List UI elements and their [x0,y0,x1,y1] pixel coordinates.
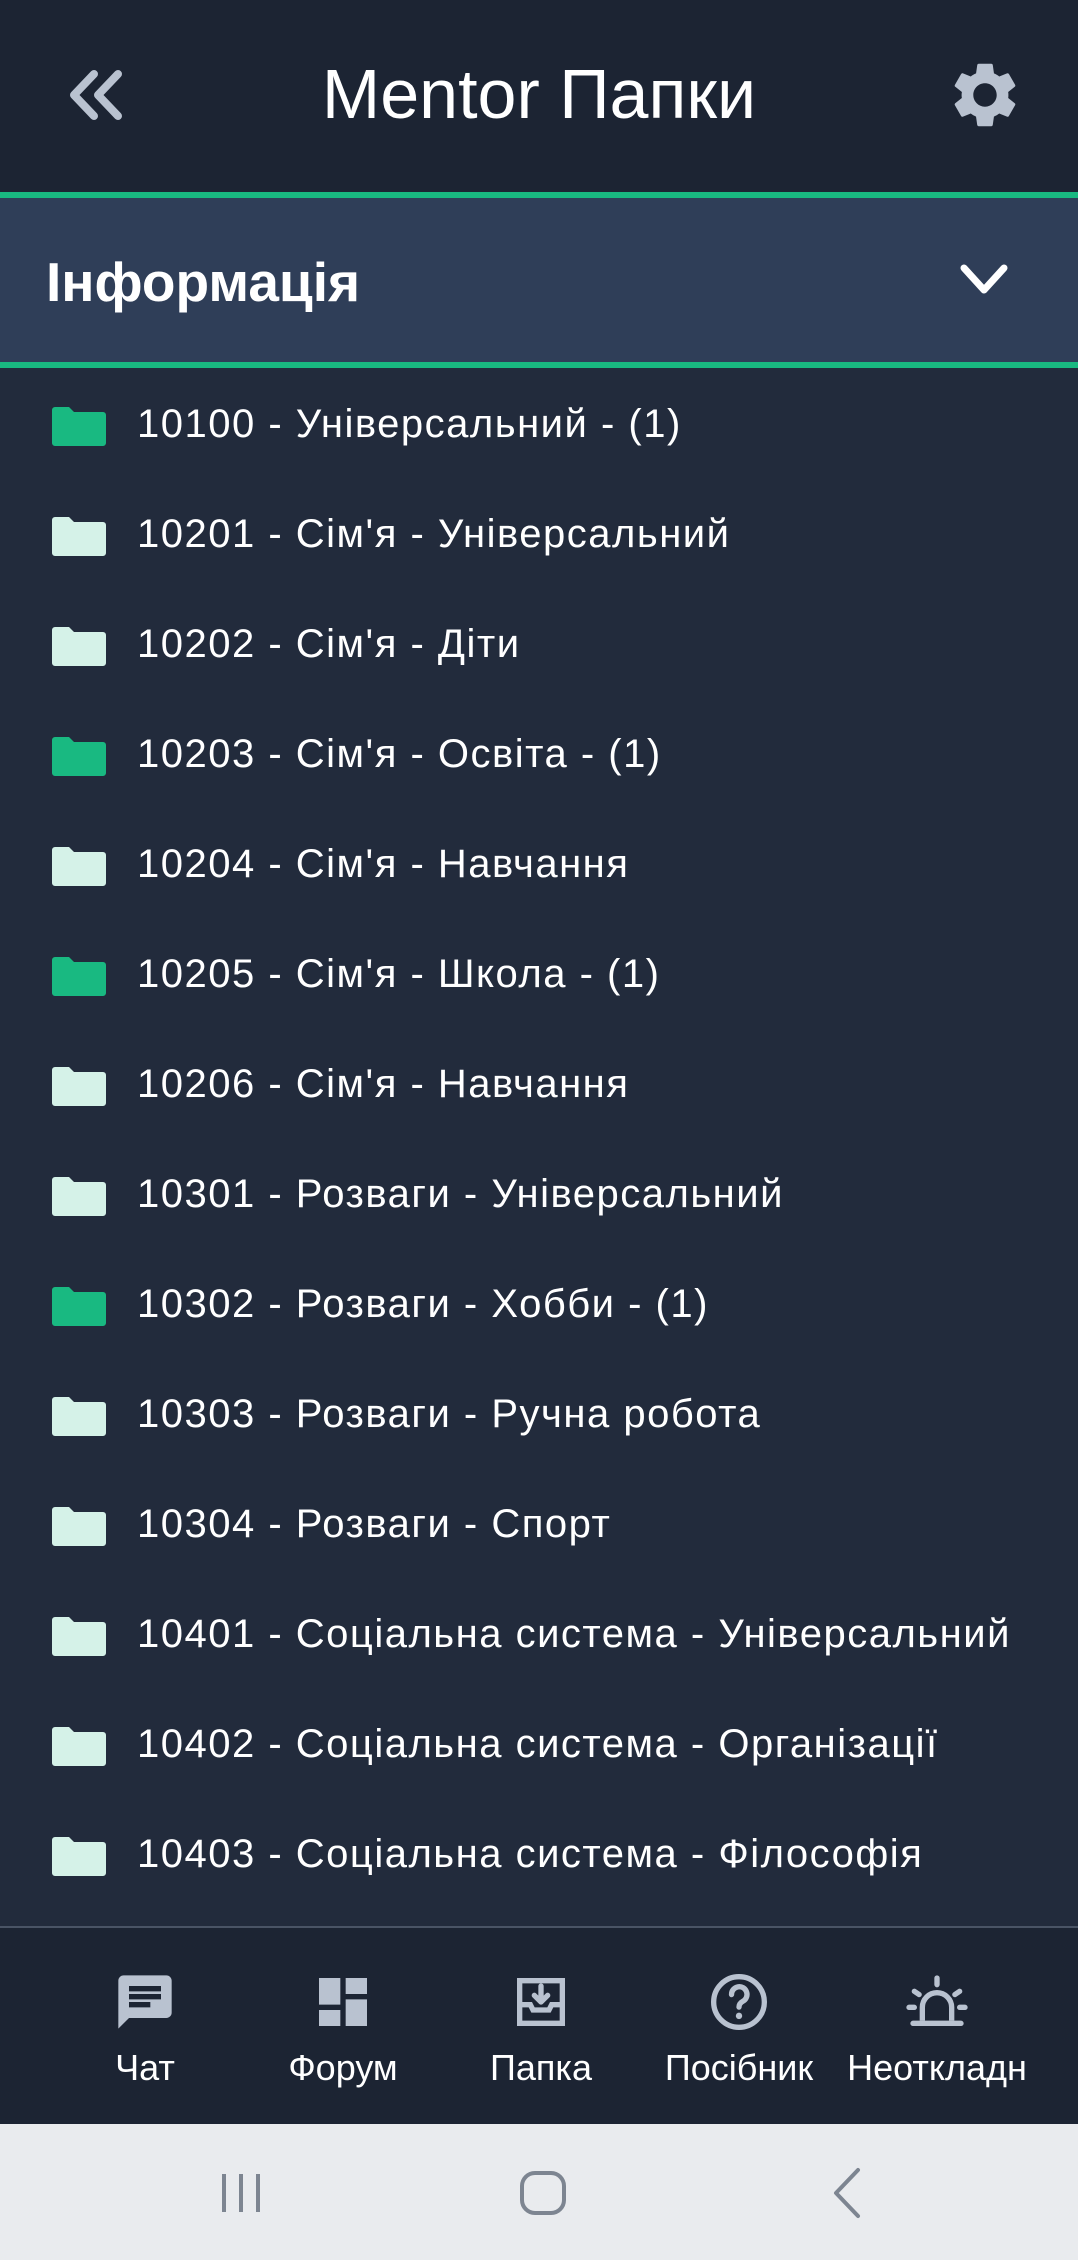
dashboard-icon [319,1978,367,2026]
folder-icon [52,407,106,446]
nav-folder[interactable]: Папка [442,1928,640,2124]
back-icon[interactable] [828,2166,868,2220]
folder-list-item[interactable]: 10402 - Соціальна система - Організації [0,1688,1078,1798]
folder-icon [52,847,106,886]
folder-list: 10100 - Універсальний - (1) 10201 - Сім'я… [0,368,1078,1926]
folder-icon [52,1727,106,1766]
gear-icon[interactable] [946,56,1024,134]
folder-label: 10204 - Сім'я - Навчання [137,842,630,886]
folder-icon [52,1287,106,1326]
nav-chat[interactable]: Чат [46,1928,244,2124]
folder-label: 10205 - Сім'я - Школа - (1) [137,952,661,996]
recents-icon[interactable] [216,2168,266,2218]
folder-list-item[interactable]: 10204 - Сім'я - Навчання [0,808,1078,918]
nav-urgent[interactable]: Неоткладн [838,1928,1036,2124]
folder-icon [52,517,106,556]
home-icon[interactable] [516,2168,570,2218]
folder-list-item[interactable]: 10205 - Сім'я - Школа - (1) [0,918,1078,1028]
folder-list-item[interactable]: 10304 - Розваги - Спорт [0,1468,1078,1578]
folder-list-item[interactable]: 10202 - Сім'я - Діти [0,588,1078,698]
section-header-info[interactable]: Інформація [0,198,1078,362]
folder-icon [52,957,106,996]
folder-list-item[interactable]: 10203 - Сім'я - Освіта - (1) [0,698,1078,808]
folder-label: 10100 - Універсальний - (1) [137,402,682,446]
chat-icon [118,1975,172,2029]
nav-chat-label: Чат [115,2047,175,2088]
archive-icon [517,1978,565,2026]
folder-label: 10401 - Соціальна система - Універсальни… [137,1612,1011,1656]
nav-urgent-label: Неоткладн [847,2047,1027,2088]
folder-icon [52,627,106,666]
nav-folder-label: Папка [490,2047,592,2088]
folder-label: 10206 - Сім'я - Навчання [137,1062,630,1106]
section-title: Інформація [46,251,361,313]
folder-icon [52,737,106,776]
folder-list-item[interactable]: 10302 - Розваги - Хобби - (1) [0,1248,1078,1358]
nav-guide-label: Посібник [664,2047,814,2088]
folder-label: 10402 - Соціальна система - Організації [137,1722,939,1766]
alarm-light-icon [906,1975,968,2026]
folder-list-item[interactable]: 10100 - Універсальний - (1) [0,368,1078,478]
folder-list-item[interactable]: 10403 - Соціальна система - Філософія [0,1798,1078,1908]
folder-list-item[interactable]: 10401 - Соціальна система - Універсальни… [0,1578,1078,1688]
folder-list-item[interactable]: 10201 - Сім'я - Універсальний [0,478,1078,588]
folder-label: 10202 - Сім'я - Діти [137,622,521,666]
nav-guide[interactable]: Посібник [640,1928,838,2124]
folder-icon [52,1507,106,1546]
folder-label: 10303 - Розваги - Ручна робота [137,1392,762,1436]
bottom-navigation: Чат Форум Папка Посібник Неоткладн [0,1928,1078,2124]
folder-list-item[interactable]: 10303 - Розваги - Ручна робота [0,1358,1078,1468]
folder-icon [52,1617,106,1656]
folder-label: 10403 - Соціальна система - Філософія [137,1832,924,1876]
folder-label: 10201 - Сім'я - Універсальний [137,512,731,556]
folder-icon [52,1177,106,1216]
chevron-down-icon[interactable] [958,260,1010,300]
folder-label: 10301 - Розваги - Універсальний [137,1172,784,1216]
help-icon [711,1973,767,2031]
nav-forum[interactable]: Форум [244,1928,442,2124]
folder-icon [52,1067,106,1106]
app-bar: Mentor Папки [0,0,1078,192]
folder-list-item[interactable]: 10301 - Розваги - Універсальний [0,1138,1078,1248]
folder-list-item[interactable]: 10206 - Сім'я - Навчання [0,1028,1078,1138]
page-title: Mentor Папки [321,55,757,133]
folder-label: 10304 - Розваги - Спорт [137,1502,612,1546]
folder-icon [52,1397,106,1436]
system-navigation-bar [0,2124,1078,2260]
nav-forum-label: Форум [288,2047,398,2088]
folder-icon [52,1837,106,1876]
folder-label: 10203 - Сім'я - Освіта - (1) [137,732,662,776]
folder-label: 10302 - Розваги - Хобби - (1) [137,1282,709,1326]
